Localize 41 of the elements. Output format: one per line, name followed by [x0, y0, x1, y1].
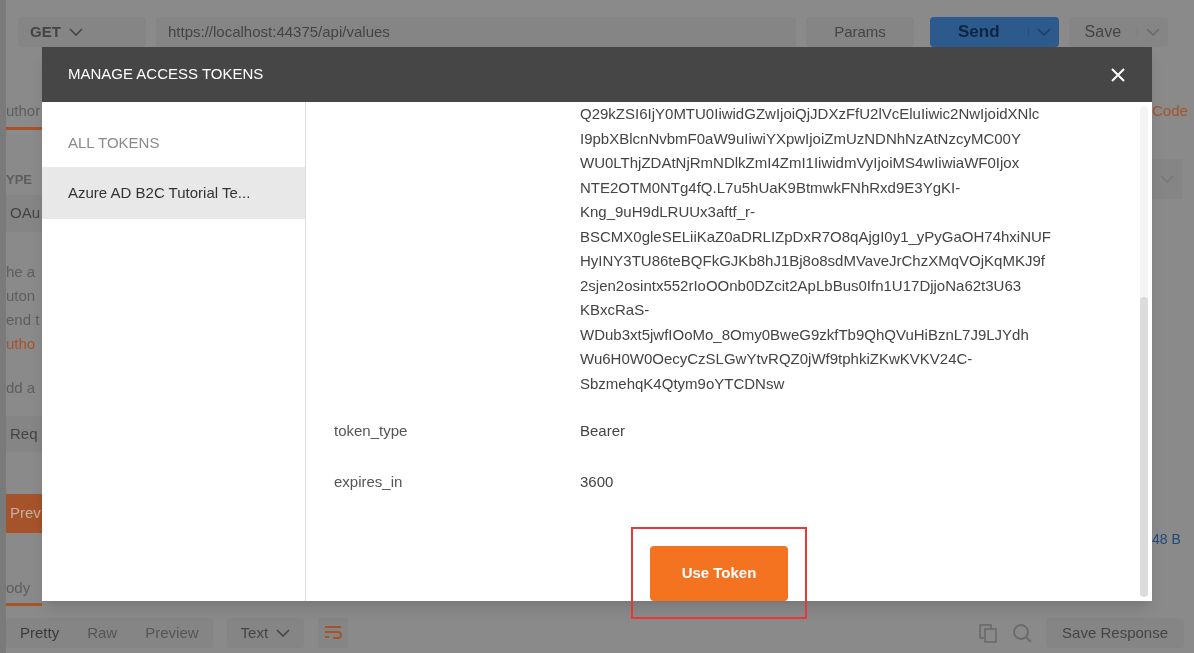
field-key: token_type: [334, 420, 580, 443]
search-icon[interactable]: [1012, 623, 1033, 643]
token-value-text: WU0LThjZDAtNjRmNDlkZmI4ZmI1IiwidmVyIjoiMS4wIiwiaWF0Ijox: [580, 153, 1021, 173]
token-value-text: HyINY3TU86teBQFkGJKb8hJ1Bj8o8sdMVaveJrChzXMqVOjKqMKJ9f: [580, 251, 1046, 271]
sidebar-heading: ALL TOKENS: [67, 133, 161, 153]
view-tab[interactable]: Pretty: [6, 621, 74, 645]
token-value-text: I9pbXBlcnNvbmF0aW9uIiwiYXpwIjoiZmUzNDNhNzAtNzcyMC00Y: [580, 128, 1022, 149]
token-value-text: 2sjen2osintx552rIoOOnb0DZcit2ApLbBus0Ifn1U17DjjoNa62t3U63: [580, 275, 1023, 296]
preview-button[interactable]: Prev: [6, 494, 42, 533]
copy-icon[interactable]: [978, 623, 999, 643]
code-link[interactable]: Code: [1152, 100, 1188, 123]
token-value-text: Kng_9uH9dLRUUx3aftf_r-: [580, 202, 757, 222]
method-dropdown[interactable]: GET: [18, 17, 146, 47]
use-token-button[interactable]: Use Token: [650, 546, 788, 601]
field-value: Bearer: [580, 421, 626, 441]
params-button[interactable]: Params: [806, 17, 914, 47]
format-dropdown[interactable]: Text: [226, 618, 305, 648]
input-field[interactable]: OAu: [6, 195, 42, 232]
save-response-button[interactable]: Save Response: [1046, 618, 1184, 648]
response-size-text: 48 B: [1152, 529, 1181, 549]
close-icon[interactable]: [1110, 66, 1126, 83]
scrollbar-thumb[interactable]: [1140, 297, 1148, 597]
token-list-item[interactable]: Azure AD B2C Tutorial Te...: [42, 166, 305, 219]
field-value: 3600: [580, 471, 614, 492]
field-key: expires_in: [334, 470, 580, 493]
url-field[interactable]: https://localhost:44375/api/values: [156, 17, 796, 47]
token-value-text: NTE2OTM0NTg4fQ.L7u5hUaK9BtmwkFNhRxd9E3YgKI-: [580, 177, 962, 198]
wrap-lines-icon[interactable]: [318, 618, 349, 648]
token-value-text: Wu6H0W0OecyCzSLGwYtvRQZ0jWf9tphkiZKwKVKV24C-: [580, 349, 974, 369]
modal-title: MANAGE ACCESS TOKENS: [68, 64, 264, 85]
token-value-text: KBxcRaS-: [580, 300, 651, 320]
token-value-text: WDub3xt5jwfIOoMo_8Omy0BweG9zkfTb9QhQVuHiBznL7J9LJYdh: [580, 324, 1030, 345]
token-value-text: BSCMX0gleSELiiKaZ0aDRLIZpDxR7O8qAjgI0y1_yPyGaOH74hxiNUF: [580, 226, 1053, 247]
caret-icon[interactable]: [1152, 158, 1182, 199]
caret-icon: [276, 629, 291, 637]
token-value-text: Q29kZSI6IjY0MTU0IiwidGZwIjoiQjJDXzFfU2lVcEluIiwic2NwIjoidXNlc: [580, 104, 1041, 124]
scrollbar-track[interactable]: [1140, 106, 1148, 597]
input-field[interactable]: Req: [6, 415, 42, 452]
caret-icon: [68, 28, 83, 36]
token-value-text: SbzmehqK4Qtym9oYTCDNsw: [580, 373, 786, 394]
link-text[interactable]: utho: [6, 331, 42, 356]
